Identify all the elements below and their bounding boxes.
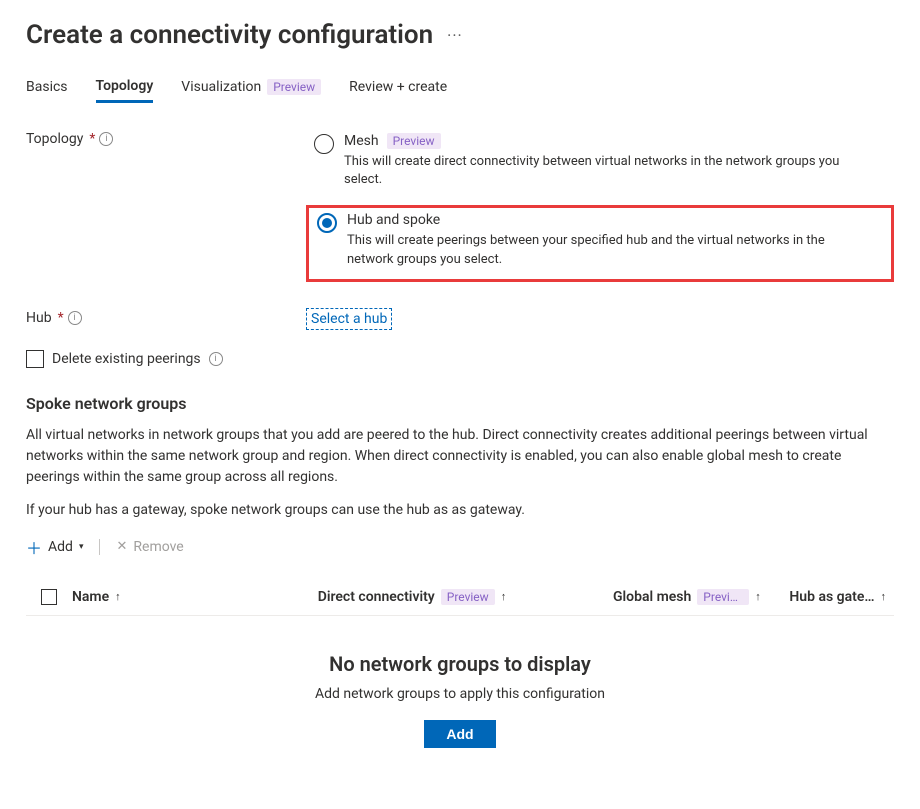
toolbar-separator <box>99 539 100 555</box>
spoke-desc-2: If your hub has a gateway, spoke network… <box>26 500 886 521</box>
tab-visualization-label: Visualization <box>181 79 261 95</box>
sort-up-icon: ↑ <box>115 590 121 603</box>
tab-visualization[interactable]: Visualization Preview <box>181 78 321 103</box>
tab-bar: Basics Topology Visualization Preview Re… <box>26 78 894 103</box>
hubspoke-desc: This will create peerings between your s… <box>347 232 867 268</box>
topology-option-hub-and-spoke[interactable]: Hub and spoke This will create peerings … <box>306 205 894 281</box>
col-hub-as-gateway[interactable]: Hub as gate… ↑ <box>789 589 886 605</box>
info-icon[interactable]: i <box>68 311 82 325</box>
sort-up-icon: ↑ <box>755 590 761 603</box>
col-name[interactable]: Name ↑ <box>72 589 310 605</box>
info-icon[interactable]: i <box>99 132 113 146</box>
delete-existing-peerings-row: Delete existing peerings i <box>26 350 894 368</box>
remove-button: ✕ Remove <box>116 539 183 555</box>
empty-state-subtitle: Add network groups to apply this configu… <box>26 686 894 702</box>
topology-label-text: Topology <box>26 131 83 147</box>
required-asterisk: * <box>89 131 95 147</box>
hub-label: Hub * i <box>26 308 306 326</box>
chevron-down-icon: ▾ <box>79 542 84 552</box>
plus-icon: ＋ <box>26 535 42 559</box>
hub-label-text: Hub <box>26 310 52 326</box>
col-hub-label: Hub as gate… <box>789 589 874 605</box>
remove-button-label: Remove <box>133 539 183 555</box>
close-icon: ✕ <box>116 539 127 554</box>
preview-badge: Preview <box>441 589 495 605</box>
preview-badge: Preview <box>387 133 441 149</box>
delete-peerings-checkbox[interactable] <box>26 350 44 368</box>
delete-peerings-label: Delete existing peerings <box>52 351 201 367</box>
col-direct-label: Direct connectivity <box>318 589 435 605</box>
col-global-mesh[interactable]: Global mesh Previe… ↑ <box>613 589 781 605</box>
tab-topology[interactable]: Topology <box>96 78 154 103</box>
select-hub-link[interactable]: Select a hub <box>306 308 392 330</box>
page-title: Create a connectivity configuration <box>26 20 433 50</box>
sort-up-icon: ↑ <box>501 590 507 603</box>
empty-state-title: No network groups to display <box>26 652 894 676</box>
spoke-desc-1: All virtual networks in network groups t… <box>26 425 886 488</box>
mesh-desc: This will create direct connectivity bet… <box>344 153 864 189</box>
more-icon[interactable]: ··· <box>447 26 463 45</box>
empty-add-button[interactable]: Add <box>424 720 495 748</box>
col-direct-connectivity[interactable]: Direct connectivity Preview ↑ <box>318 589 605 605</box>
required-asterisk: * <box>58 310 64 326</box>
hubspoke-title: Hub and spoke <box>347 212 440 228</box>
tab-review-create[interactable]: Review + create <box>349 78 447 103</box>
spoke-toolbar: ＋ Add ▾ ✕ Remove <box>26 535 894 559</box>
topology-label: Topology * i <box>26 129 306 147</box>
select-all-checkbox[interactable] <box>41 589 57 605</box>
tab-basics[interactable]: Basics <box>26 78 68 103</box>
col-name-label: Name <box>72 589 109 605</box>
preview-badge: Preview <box>267 79 321 95</box>
topology-option-mesh[interactable]: Mesh Preview This will create direct con… <box>306 129 894 199</box>
add-button[interactable]: ＋ Add ▾ <box>26 535 83 559</box>
radio-selected-icon <box>317 213 337 233</box>
add-button-label: Add <box>48 539 73 555</box>
radio-unselected-icon <box>314 134 334 154</box>
info-icon[interactable]: i <box>209 352 223 366</box>
table-header: Name ↑ Direct connectivity Preview ↑ Glo… <box>26 579 894 616</box>
sort-up-icon: ↑ <box>881 590 887 603</box>
col-global-label: Global mesh <box>613 589 691 605</box>
mesh-title: Mesh <box>344 133 379 149</box>
spoke-section-title: Spoke network groups <box>26 394 894 413</box>
preview-badge: Previe… <box>697 589 749 605</box>
empty-state: No network groups to display Add network… <box>26 616 894 748</box>
